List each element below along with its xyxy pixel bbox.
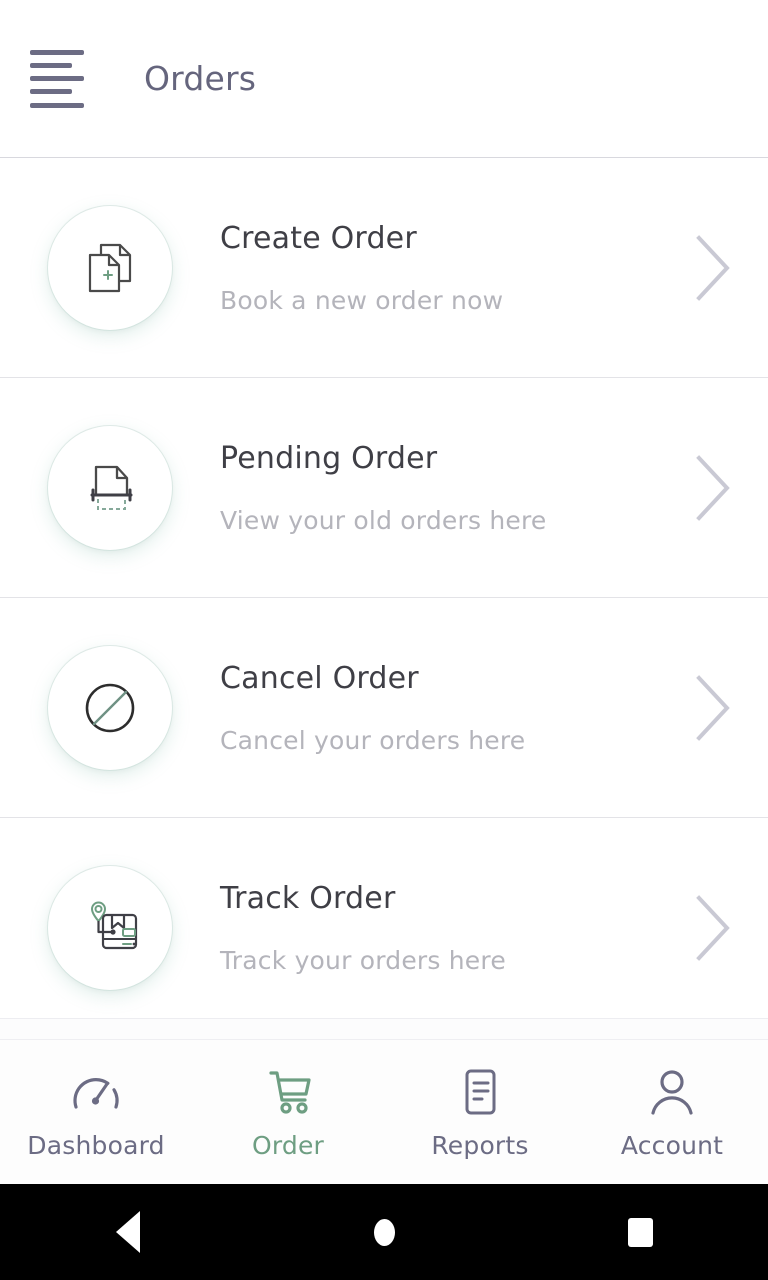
- bottom-nav-separator: [0, 1018, 768, 1039]
- chevron-right-icon[interactable]: [678, 665, 748, 751]
- list-item-text: Pending Order View your old orders here: [220, 441, 678, 535]
- list-item-create-order[interactable]: Create Order Book a new order now: [0, 158, 768, 378]
- user-person-icon: [647, 1065, 697, 1119]
- home-button[interactable]: [324, 1184, 444, 1280]
- android-system-navigation-bar: [0, 1184, 768, 1280]
- bottom-navigation-bar: Dashboard Order Reports Account: [0, 1039, 768, 1184]
- list-item-cancel-order[interactable]: Cancel Order Cancel your orders here: [0, 598, 768, 818]
- page-title: Orders: [144, 59, 257, 98]
- home-circle-icon: [373, 1218, 395, 1246]
- document-pending-icon: [90, 465, 133, 510]
- speedometer-icon: [70, 1065, 122, 1119]
- list-item-text: Track Order Track your orders here: [220, 881, 678, 975]
- hamburger-line: [30, 102, 84, 108]
- circle-slash-icon: [85, 683, 135, 732]
- hamburger-line: [30, 89, 72, 95]
- list-item-subtitle: Track your orders here: [220, 945, 506, 975]
- nav-item-dashboard[interactable]: Dashboard: [0, 1040, 192, 1184]
- hamburger-line: [30, 49, 84, 55]
- nav-label: Reports: [431, 1130, 529, 1160]
- list-item-text: Cancel Order Cancel your orders here: [220, 661, 678, 755]
- document-lines-icon: [457, 1065, 503, 1119]
- hamburger-menu-icon[interactable]: [30, 49, 84, 108]
- list-item-text: Create Order Book a new order now: [220, 221, 678, 315]
- icon-badge: [48, 425, 172, 550]
- nav-item-reports[interactable]: Reports: [384, 1040, 576, 1184]
- back-button[interactable]: [68, 1184, 188, 1280]
- documents-plus-icon: [88, 243, 132, 292]
- chevron-right-icon[interactable]: [678, 445, 748, 531]
- list-item-subtitle: Cancel your orders here: [220, 725, 526, 755]
- icon-badge: [48, 205, 172, 330]
- icon-badge: [48, 645, 172, 770]
- list-item-title: Cancel Order: [220, 660, 419, 696]
- nav-label: Order: [251, 1130, 325, 1160]
- nav-label: Dashboard: [27, 1130, 165, 1160]
- list-item-subtitle: Book a new order now: [220, 285, 504, 315]
- icon-badge: [48, 865, 172, 990]
- package-location-icon: [90, 901, 138, 949]
- chevron-right-icon[interactable]: [678, 225, 748, 311]
- hamburger-line: [30, 76, 84, 81]
- chevron-right-icon[interactable]: [678, 885, 748, 971]
- list-item-title: Track Order: [220, 880, 396, 916]
- recent-apps-button[interactable]: [580, 1184, 700, 1280]
- nav-item-account[interactable]: Account: [576, 1040, 768, 1184]
- list-item-track-order[interactable]: Track Order Track your orders here: [0, 818, 768, 1018]
- orders-list: Create Order Book a new order now Pendin…: [0, 158, 768, 1018]
- app-screen: Orders Create Order Book a new order now: [0, 0, 768, 1280]
- recent-apps-square-icon: [627, 1217, 653, 1247]
- shopping-cart-icon: [262, 1065, 314, 1119]
- list-item-subtitle: View your old orders here: [220, 505, 547, 535]
- list-item-title: Pending Order: [220, 440, 438, 476]
- list-item-title: Create Order: [220, 220, 417, 256]
- back-triangle-icon: [116, 1211, 140, 1253]
- hamburger-line: [30, 62, 72, 68]
- nav-item-order[interactable]: Order: [192, 1040, 384, 1184]
- app-bar: Orders: [0, 0, 768, 158]
- list-item-pending-order[interactable]: Pending Order View your old orders here: [0, 378, 768, 598]
- nav-label: Account: [620, 1130, 724, 1160]
